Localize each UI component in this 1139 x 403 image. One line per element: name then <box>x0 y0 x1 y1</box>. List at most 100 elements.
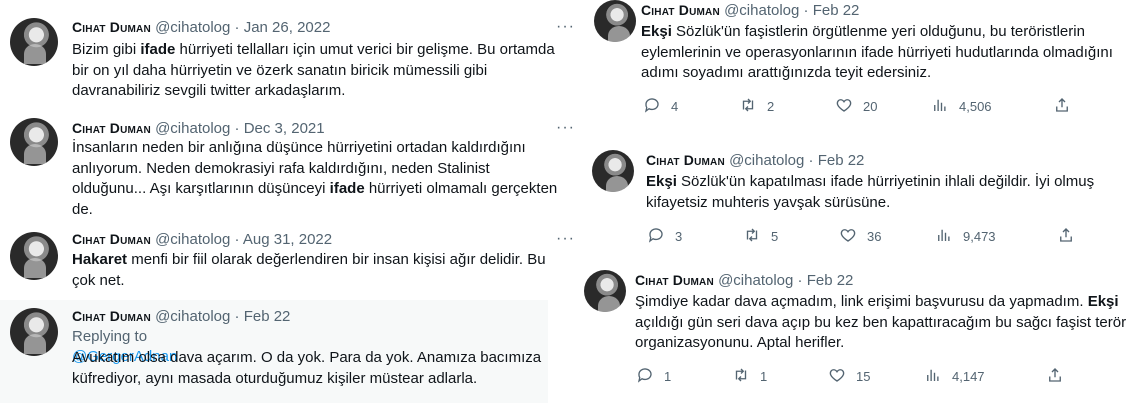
like-button[interactable]: 15 <box>828 366 924 387</box>
author-handle[interactable]: @cihatolog <box>155 308 230 325</box>
tweet-date[interactable]: Jan 26, 2022 <box>244 19 331 36</box>
author-name[interactable]: Cihat Duman <box>72 231 151 247</box>
text-segment: Şimdiye kadar dava açmadım, link erişimi… <box>635 293 1088 310</box>
heart-icon <box>839 226 857 247</box>
reply-icon <box>643 96 661 117</box>
tweet-actions: 3 5 36 9,473 <box>647 226 1075 247</box>
retweet-button[interactable]: 1 <box>732 366 828 387</box>
avatar[interactable] <box>10 232 58 280</box>
tweet-date[interactable]: Feb 22 <box>244 308 291 325</box>
avatar[interactable] <box>584 270 626 312</box>
author-handle[interactable]: @cihatolog <box>155 231 230 248</box>
author-handle[interactable]: @cihatolog <box>155 120 230 137</box>
text-segment: kifayetsiz muhteris yavşak sürüsüne. <box>646 193 891 211</box>
highlighted-keyword: Ekşi <box>641 23 672 40</box>
views-button[interactable]: 9,473 <box>935 226 1057 247</box>
views-icon <box>938 229 950 241</box>
like-button[interactable]: 20 <box>835 96 931 117</box>
avatar[interactable] <box>594 0 636 42</box>
highlighted-keyword: Ekşi <box>1087 293 1119 310</box>
retweet-icon <box>735 368 747 382</box>
author-name[interactable]: Cihat Duman <box>646 152 725 168</box>
highlighted-keyword: Hakaret <box>72 251 128 268</box>
text-segment: organizasyonunu. Aptal herifler. <box>635 334 845 351</box>
text-segment: davranabiliriz sevgili twitter arkadaşla… <box>72 82 346 99</box>
retweet-button[interactable]: 5 <box>743 226 839 247</box>
text-line: bir on yıl daha hürriyetin ve özerk sana… <box>72 61 562 82</box>
dot-separator: · <box>793 272 807 289</box>
like-count: 15 <box>856 369 871 384</box>
views-count: 4,147 <box>952 369 985 384</box>
views-count: 4,506 <box>959 99 992 114</box>
tweet-header: Cihat Duman @cihatolog · Feb 22 <box>635 270 853 291</box>
avatar[interactable] <box>10 18 58 66</box>
text-line: Ekşi Sözlük'ün kapatılması ifade hürriye… <box>646 172 1139 193</box>
text-segment: olduğunu... Aşı karşıtlarının düşünceyi <box>72 180 330 197</box>
text-line: organizasyonunu. Aptal herifler. <box>635 333 1130 354</box>
author-name[interactable]: Cihat Duman <box>72 308 151 324</box>
tweet-date[interactable]: Feb 22 <box>818 152 865 169</box>
tweet-header: Cihat Duman @cihatolog · Dec 3, 2021 <box>72 118 325 139</box>
tweet-text: İnsanların neden bir anlığına düşünce hü… <box>72 138 562 220</box>
reply-button[interactable]: 1 <box>636 366 732 387</box>
text-segment: Sözlük'ün faşistlerin örgütlenme yeri ol… <box>671 23 1085 40</box>
text-line: davranabiliriz sevgili twitter arkadaşla… <box>72 81 562 102</box>
views-icon <box>935 226 953 247</box>
text-segment: çok net. <box>72 271 125 289</box>
dot-separator: · <box>230 120 244 137</box>
avatar[interactable] <box>10 118 58 166</box>
tweet-text: Ekşi Sözlük'ün faşistlerin örgütlenme ye… <box>641 22 1136 84</box>
tweet-date[interactable]: Feb 22 <box>807 272 854 289</box>
tweet-header: Cihat Duman @cihatolog · Feb 22 <box>646 150 864 171</box>
more-icon[interactable]: ··· <box>556 229 575 249</box>
reply-button[interactable]: 3 <box>647 226 743 247</box>
author-handle[interactable]: @cihatolog <box>724 2 799 19</box>
text-segment: anlıyorum. Neden demokrasiyi rafa kaldır… <box>72 159 490 177</box>
retweet-icon <box>743 226 761 247</box>
text-line: anlıyorum. Neden demokrasiyi rafa kaldır… <box>72 159 562 180</box>
tweet-text: Ekşi Sözlük'ün kapatılması ifade hürriye… <box>646 172 1139 213</box>
author-name[interactable]: Cihat Duman <box>72 19 151 35</box>
tweet-header: Cihat Duman @cihatolog · Jan 26, 2022 <box>72 17 330 38</box>
text-line: de. <box>72 200 562 221</box>
text-segment: bir on yıl daha hürriyetin ve özerk sana… <box>72 61 488 79</box>
author-name[interactable]: Cihat Duman <box>72 120 151 136</box>
more-icon[interactable]: ··· <box>556 118 575 138</box>
author-handle[interactable]: @cihatolog <box>729 152 804 169</box>
retweet-icon <box>746 228 758 242</box>
share-button[interactable] <box>1053 96 1071 117</box>
retweet-count: 5 <box>771 229 779 244</box>
dot-separator: · <box>804 152 818 169</box>
share-button[interactable] <box>1046 366 1064 387</box>
avatar[interactable] <box>10 308 58 356</box>
share-icon <box>1053 96 1071 117</box>
reply-button[interactable]: 4 <box>643 96 739 117</box>
avatar[interactable] <box>592 150 634 192</box>
text-line: eylemlerinin ve operasyonlarının ifade h… <box>641 43 1136 64</box>
replying-prefix: Replying to <box>72 328 148 345</box>
views-button[interactable]: 4,147 <box>924 366 1046 387</box>
views-icon <box>931 96 949 117</box>
author-handle[interactable]: @cihatolog <box>155 19 230 36</box>
views-button[interactable]: 4,506 <box>931 96 1053 117</box>
retweet-count: 2 <box>767 99 775 114</box>
retweet-icon <box>742 98 754 112</box>
author-handle[interactable]: @cihatolog <box>718 272 793 289</box>
tweet-date[interactable]: Feb 22 <box>813 2 860 19</box>
share-button[interactable] <box>1057 226 1075 247</box>
reply-count: 3 <box>675 229 683 244</box>
tweet-text: Bizim gibi ifade hürriyeti tellalları iç… <box>72 40 562 102</box>
more-icon[interactable]: ··· <box>556 17 575 37</box>
author-name[interactable]: Cihat Duman <box>641 2 720 18</box>
author-name[interactable]: Cihat Duman <box>635 272 714 288</box>
text-line: Ekşi Sözlük'ün faşistlerin örgütlenme ye… <box>641 22 1136 43</box>
tweet-date[interactable]: Dec 3, 2021 <box>244 120 325 137</box>
tweet-date[interactable]: Aug 31, 2022 <box>243 231 332 248</box>
text-segment: Avukatım olsa dava açarım. O da yok. Par… <box>72 349 542 366</box>
reply-icon <box>647 226 665 247</box>
heart-icon <box>840 229 856 242</box>
reply-icon <box>636 366 654 387</box>
retweet-button[interactable]: 2 <box>739 96 835 117</box>
tweet-actions: 4 2 20 4,506 <box>643 96 1071 117</box>
like-button[interactable]: 36 <box>839 226 935 247</box>
